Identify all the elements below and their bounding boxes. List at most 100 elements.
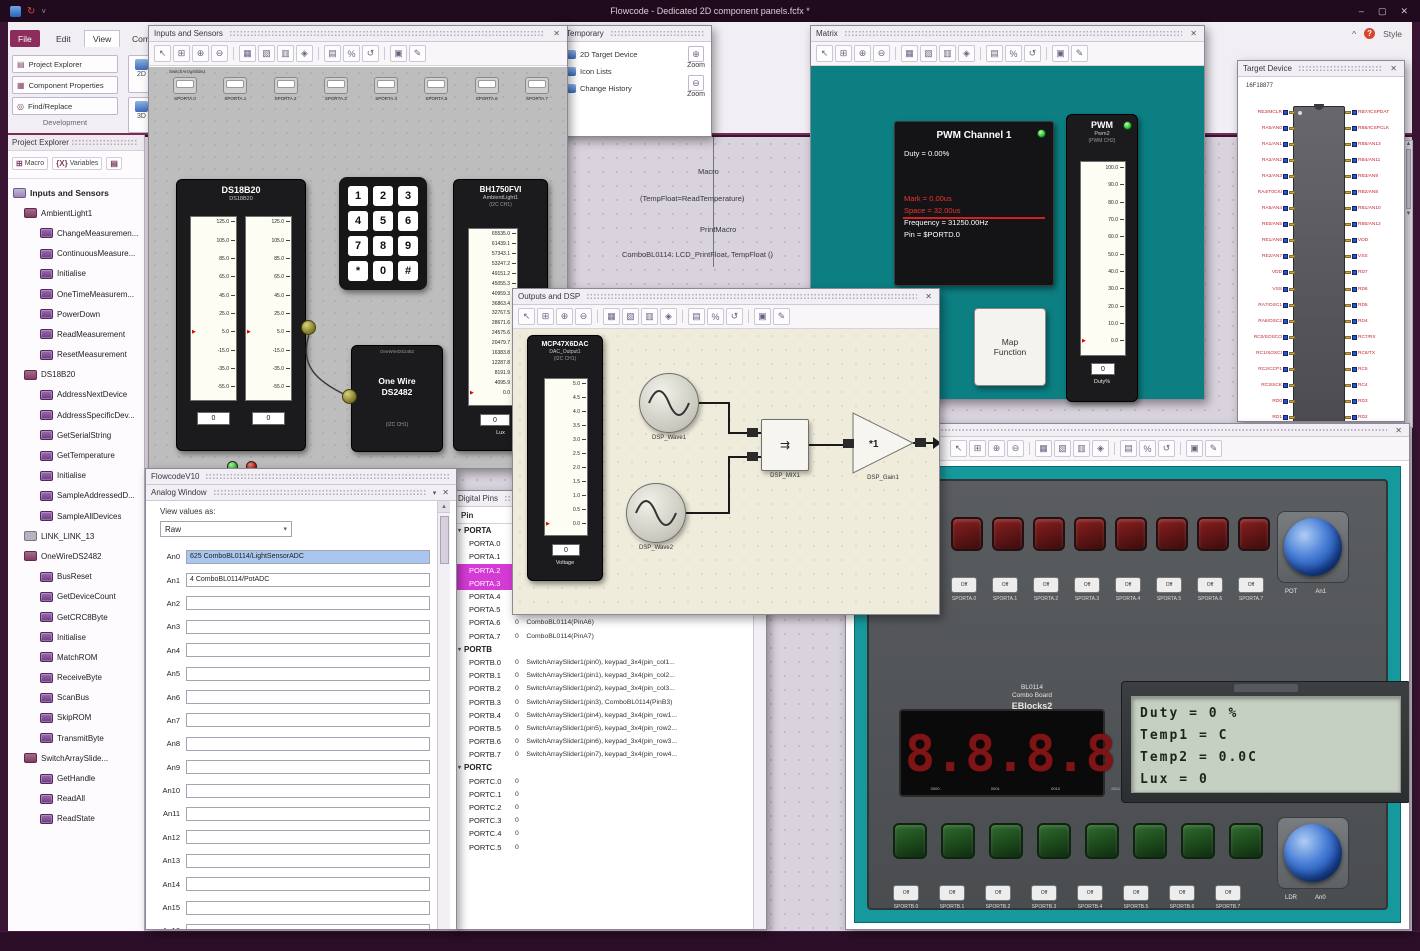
macro-button[interactable]: ⊞ Macro xyxy=(12,157,49,170)
digital-pin-row[interactable]: PORTA.7 0 ComboBL0114(PinA7) xyxy=(453,630,766,643)
dsp-panel[interactable]: MCP47X6DAC DAC_Output1 (I2C CH1) 5.0 4.5 4… xyxy=(513,329,939,614)
tree-item[interactable]: GetCRC8Byte xyxy=(8,607,144,627)
toggle-switch[interactable]: Off xyxy=(893,885,919,901)
titlebar-texture[interactable] xyxy=(1297,65,1383,72)
toggle-switch[interactable] xyxy=(474,77,499,94)
keypad-key-3[interactable]: 3 xyxy=(398,186,418,206)
view-option[interactable]: 2D Target Device xyxy=(561,46,661,63)
tree-item[interactable]: BusReset xyxy=(8,567,144,587)
keypad-key-1[interactable]: 1 xyxy=(348,186,368,206)
dac-component[interactable]: MCP47X6DAC DAC_Output1 (I2C CH1) 5.0 4.5 4… xyxy=(527,335,603,581)
pin-connector[interactable] xyxy=(1283,399,1288,405)
switch-unit[interactable]: Off SPORTB.6 xyxy=(1169,885,1195,910)
zoom-out-icon[interactable]: ⊖ xyxy=(1007,440,1024,457)
pan-icon[interactable]: ⊞ xyxy=(173,45,190,62)
titlebar-texture[interactable] xyxy=(843,30,1183,37)
project-explorer-button[interactable]: ▤ Project Explorer xyxy=(12,55,118,73)
toggle-switch[interactable]: Off xyxy=(1156,577,1182,593)
snap-icon[interactable]: ▧ xyxy=(920,45,937,62)
switch-unit[interactable]: SPORTA.6 xyxy=(467,77,507,101)
tab-file[interactable]: File xyxy=(10,30,40,47)
close-icon[interactable]: ✕ xyxy=(440,488,451,497)
onewire-connector-dot[interactable] xyxy=(342,389,357,404)
pin-connector[interactable] xyxy=(1283,222,1288,228)
digital-pin-row[interactable]: PORTB.0 0 SwitchArraySlider1(pin0), keypa… xyxy=(453,656,766,669)
toggle-switch[interactable] xyxy=(424,77,449,94)
pin-connector[interactable] xyxy=(1283,173,1288,179)
analog-value-field[interactable] xyxy=(186,666,430,681)
pin-connector[interactable] xyxy=(1352,286,1357,292)
pin-connector[interactable] xyxy=(1352,383,1357,389)
rotate-icon[interactable]: ↺ xyxy=(726,308,743,325)
zoom-in-icon[interactable]: ⊕ xyxy=(192,45,209,62)
keypad-key-0[interactable]: 0 xyxy=(373,261,393,281)
dsp-wave1-component[interactable] xyxy=(639,373,699,433)
zoom-out-icon[interactable]: ⊖ xyxy=(688,75,705,91)
toggle-switch[interactable]: Off xyxy=(1077,885,1103,901)
toggle-switch[interactable]: Off xyxy=(939,885,965,901)
switch-unit[interactable]: Off SPORTA.6 xyxy=(1197,577,1223,602)
digital-pin-row[interactable]: PORTC.4 0 xyxy=(453,827,766,840)
tab-view[interactable]: View xyxy=(84,30,121,47)
toggle-switch[interactable]: Off xyxy=(1215,885,1241,901)
tree-item[interactable]: OneTimeMeasurem... xyxy=(8,284,144,304)
chart-icon[interactable]: ▤ xyxy=(324,45,341,62)
switch-unit[interactable]: SPORTA.5 xyxy=(416,77,456,101)
tree-item[interactable]: GetDeviceCount xyxy=(8,587,144,607)
dsp-wave2-component[interactable] xyxy=(626,483,686,543)
titlebar-texture[interactable] xyxy=(212,489,427,496)
tree-item[interactable]: ReadAll xyxy=(8,789,144,809)
dsp-mix-component[interactable]: ⇉ xyxy=(761,419,809,471)
digital-pin-row[interactable]: PORTC.0 0 xyxy=(453,775,766,788)
pin-connector[interactable] xyxy=(1283,109,1288,115)
tree-item[interactable]: AddressNextDevice xyxy=(8,385,144,405)
snapshot-icon[interactable]: ▣ xyxy=(1052,45,1069,62)
pin-connector[interactable] xyxy=(1352,367,1357,372)
tree-item[interactable]: Initialise xyxy=(8,264,144,284)
pin-connector[interactable] xyxy=(1352,399,1357,405)
switch-unit[interactable]: SPORTA.0 xyxy=(165,77,205,101)
voltage-scale[interactable]: 5.0 4.5 4.0 3.5 3.0 2.5 2.0 1.5 1.0 0.5 0.0 ▶ xyxy=(544,378,588,536)
temperature-scale[interactable]: 125.0 105.0 85.0 65.0 45.0 25.0 5.0 -15.0 -35.0 -… xyxy=(190,216,237,401)
keypad-key-7[interactable]: 7 xyxy=(348,236,368,256)
digital-pin-row[interactable]: PORTB.7 0 SwitchArraySlider1(pin7), keypa… xyxy=(453,748,766,761)
digital-pin-row[interactable]: PORTB.4 0 SwitchArraySlider1(pin4), keypa… xyxy=(453,709,766,722)
switch-unit[interactable]: Off SPORTA.3 xyxy=(1074,577,1100,602)
pwm-gauge-component[interactable]: PWM Pwm2 (PWM CH2) 100.0 90.0 80.0 70.0 60.0… xyxy=(1066,114,1138,402)
pin-connector[interactable] xyxy=(1352,415,1357,421)
snap-icon[interactable]: ▧ xyxy=(258,45,275,62)
tree-item[interactable]: SampleAddressedD... xyxy=(8,486,144,506)
tree-item[interactable]: SkipROM xyxy=(8,708,144,728)
pin-connector[interactable] xyxy=(1283,141,1288,147)
anchor-icon[interactable]: ◈ xyxy=(660,308,677,325)
tool-button[interactable]: ▤ xyxy=(106,157,122,170)
zoom-out-icon[interactable]: ⊖ xyxy=(873,45,890,62)
pin-connector[interactable] xyxy=(1352,157,1357,163)
tree-item[interactable]: ContinuousMeasure... xyxy=(8,244,144,264)
switch-unit[interactable]: Off SPORTB.2 xyxy=(985,885,1011,910)
pin-connector[interactable] xyxy=(1352,141,1357,147)
pin-connector[interactable] xyxy=(1283,238,1288,244)
zoom-in-icon[interactable]: ⊕ xyxy=(988,440,1005,457)
keypad-key-9[interactable]: 9 xyxy=(398,236,418,256)
digital-pin-row[interactable]: PORTA.6 0 ComboBL0114(PinA6) xyxy=(453,616,766,629)
switch-unit[interactable]: Off SPORTA.4 xyxy=(1115,577,1141,602)
app-icon[interactable] xyxy=(10,5,21,17)
switch-unit[interactable]: Off SPORTB.7 xyxy=(1215,885,1241,910)
tree-item[interactable]: GetTemperature xyxy=(8,445,144,465)
pin-connector[interactable] xyxy=(1352,318,1357,324)
pin-connector[interactable] xyxy=(1352,254,1357,260)
ribbon-collapse-icon[interactable]: ^ xyxy=(1352,29,1356,39)
digital-section-header[interactable]: ▾ PORTC xyxy=(453,761,766,774)
toggle-switch[interactable] xyxy=(524,77,549,94)
chevron-down-icon[interactable]: ▾ xyxy=(433,489,437,497)
zoom-out-icon[interactable]: ⊖ xyxy=(211,45,228,62)
pin-connector[interactable] xyxy=(1283,254,1288,260)
lux-scale[interactable]: 65535.0 61439.1 57343.1 53247.2 49151.2 45055… xyxy=(468,228,518,406)
close-button[interactable]: ✕ xyxy=(1400,6,1408,17)
tree-item[interactable]: AmbientLight1 xyxy=(8,203,144,223)
pan-icon[interactable]: ⊞ xyxy=(835,45,852,62)
close-icon[interactable]: ✕ xyxy=(1393,426,1404,435)
tree-item[interactable]: SampleAllDevices xyxy=(8,506,144,526)
digital-pin-row[interactable]: PORTB.2 0 SwitchArraySlider1(pin2), keypa… xyxy=(453,682,766,695)
